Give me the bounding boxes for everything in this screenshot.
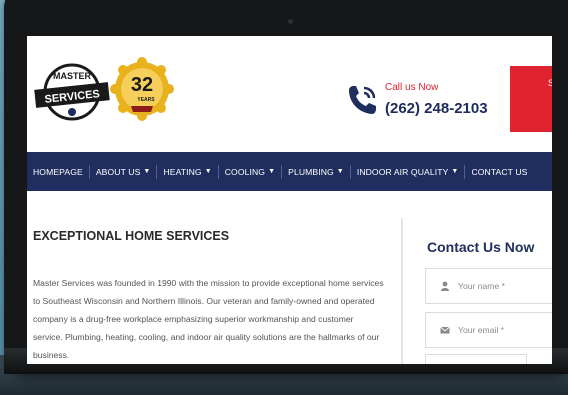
section-title: EXCEPTIONAL HOME SERVICES (33, 229, 230, 243)
webcam-icon (288, 19, 293, 24)
nav-item-contact-us[interactable]: CONTACT US (465, 152, 533, 191)
about-paragraph: Master Services was founded in 1990 with… (33, 278, 384, 360)
nav-item-label: PLUMBING (288, 166, 334, 177)
nav-item-about-us[interactable]: ABOUT US ▼ (90, 152, 157, 191)
site-header: MASTER SERVICES 32 YEARS Call us Now (26… (27, 36, 552, 152)
chevron-down-icon: ▼ (336, 168, 344, 175)
name-field[interactable]: Your name * (425, 268, 552, 304)
nav-item-indoor-air-quality[interactable]: INDOOR AIR QUALITY ▼ (351, 152, 465, 191)
nav-item-label: CONTACT US (471, 166, 528, 177)
cta-button[interactable]: S (510, 66, 552, 132)
badge-number: 32 (131, 74, 153, 96)
nav-item-label: ABOUT US (95, 166, 141, 177)
phone-icon (349, 86, 376, 114)
column-divider (401, 218, 403, 364)
nav-item-label: HOMEPAGE (33, 166, 83, 177)
chevron-down-icon: ▼ (204, 168, 212, 175)
email-placeholder: Your email * (458, 325, 505, 335)
name-placeholder: Your name * (458, 281, 505, 291)
logo-text-top: MASTER (53, 71, 92, 81)
nav-item-label: COOLING (224, 166, 266, 177)
chevron-down-icon: ▼ (268, 168, 276, 175)
32-years-badge: 32 YEARS (110, 57, 174, 121)
nav-item-cooling[interactable]: COOLING ▼ (219, 152, 281, 191)
envelope-icon (440, 326, 450, 334)
nav-item-heating[interactable]: HEATING ▼ (157, 152, 217, 191)
call-us-label: Call us Now (385, 82, 439, 93)
nav-item-label: HEATING (163, 166, 202, 177)
nav-item-homepage[interactable]: HOMEPAGE (27, 152, 89, 191)
email-field[interactable]: Your email * (425, 312, 552, 348)
phone-number-link[interactable]: (262) 248-2103 (385, 100, 488, 117)
chevron-down-icon: ▼ (451, 168, 459, 175)
phone-field[interactable] (425, 354, 527, 364)
laptop-screen: MASTER SERVICES 32 YEARS Call us Now (26… (27, 36, 552, 364)
chevron-down-icon: ▼ (143, 168, 151, 175)
nav-item-label: INDOOR AIR QUALITY (356, 166, 449, 177)
main-navigation: HOMEPAGE ABOUT US ▼ HEATING ▼ COOLING ▼ PLUMBIN… (27, 152, 552, 191)
user-icon (441, 281, 449, 291)
contact-form-title: Contact Us Now (427, 239, 535, 255)
nav-item-plumbing[interactable]: PLUMBING ▼ (282, 152, 350, 191)
cta-button-label: S (548, 78, 552, 88)
badge-label: YEARS (137, 97, 155, 103)
master-services-logo[interactable]: MASTER SERVICES (33, 58, 111, 128)
